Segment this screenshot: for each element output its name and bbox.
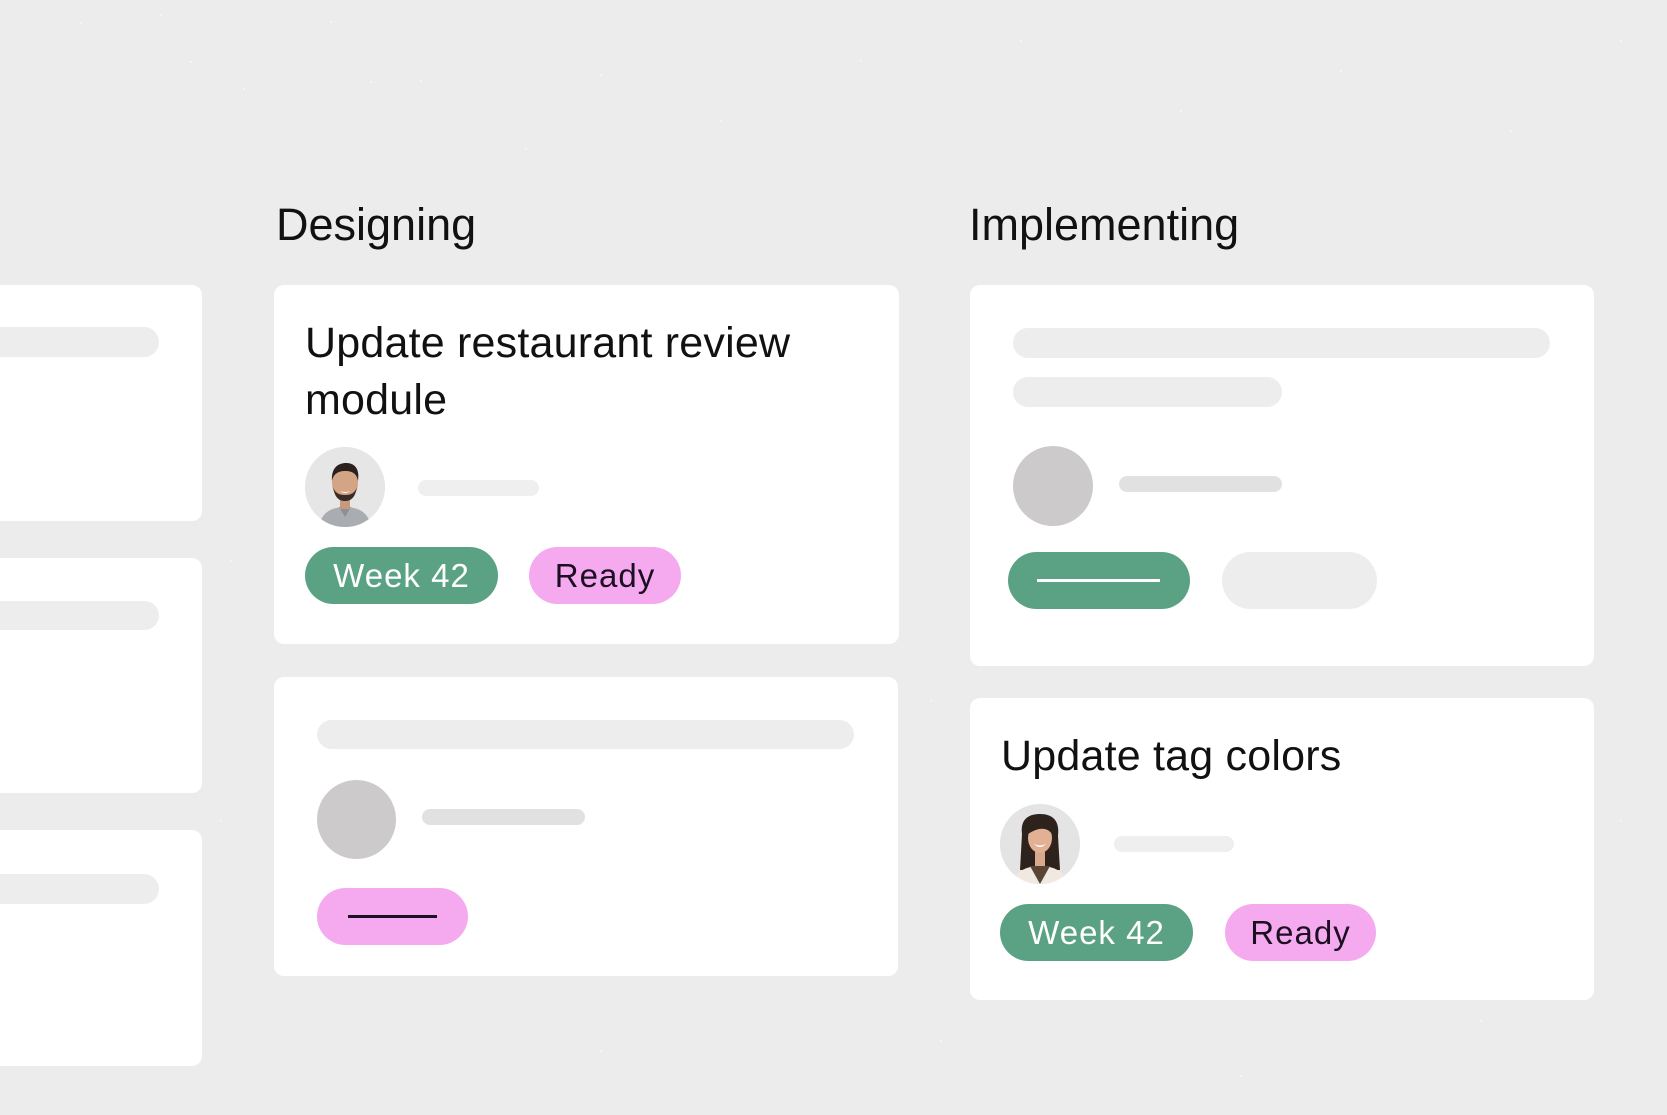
status-tag[interactable]: Ready <box>1225 904 1376 961</box>
assignee-avatar[interactable] <box>305 447 385 527</box>
man-avatar-icon <box>305 447 385 527</box>
assignee-name-placeholder <box>418 480 539 496</box>
card-title: Update tag colors <box>1001 732 1342 780</box>
column-heading: Implementing <box>969 199 1240 250</box>
assignee-name-placeholder <box>422 809 585 825</box>
tag-placeholder-line <box>348 915 437 918</box>
week-tag[interactable]: Week 42 <box>305 547 498 604</box>
task-card[interactable]: Update tag colors Week 42 Ready <box>970 698 1594 1000</box>
assignee-avatar[interactable] <box>1000 804 1080 884</box>
tag-placeholder[interactable] <box>1008 552 1190 609</box>
assignee-name-placeholder <box>1119 476 1282 492</box>
status-tag-label: Ready <box>1250 913 1351 951</box>
status-tag-label: Ready <box>554 556 656 594</box>
skeleton-title-line <box>0 874 159 904</box>
task-card[interactable]: Update restaurant review module Week 42 … <box>274 285 899 644</box>
assignee-name-placeholder <box>1114 836 1234 852</box>
tag-placeholder-line <box>1037 579 1160 582</box>
task-card-placeholder[interactable] <box>970 285 1594 666</box>
status-tag[interactable]: Ready <box>529 547 681 604</box>
partial-card[interactable] <box>0 830 202 1066</box>
skeleton-title-line-short <box>1013 377 1282 407</box>
skeleton-title-line <box>1013 328 1550 358</box>
tag-placeholder[interactable] <box>1222 552 1377 609</box>
week-tag-label: Week 42 <box>333 556 470 594</box>
tag-placeholder[interactable] <box>317 888 468 945</box>
partial-card[interactable] <box>0 558 202 793</box>
partial-card[interactable] <box>0 285 202 521</box>
week-tag[interactable]: Week 42 <box>1000 904 1193 961</box>
placeholder-avatar <box>1013 446 1093 526</box>
woman-avatar-icon <box>1000 804 1080 884</box>
placeholder-avatar <box>317 780 396 859</box>
column-heading: Designing <box>276 199 477 250</box>
skeleton-title-line <box>317 720 854 749</box>
skeleton-title-line <box>0 327 159 357</box>
week-tag-label: Week 42 <box>1028 913 1165 951</box>
task-card-placeholder[interactable] <box>274 677 898 976</box>
card-title: Update restaurant review module <box>305 319 791 424</box>
skeleton-title-line <box>0 601 159 630</box>
